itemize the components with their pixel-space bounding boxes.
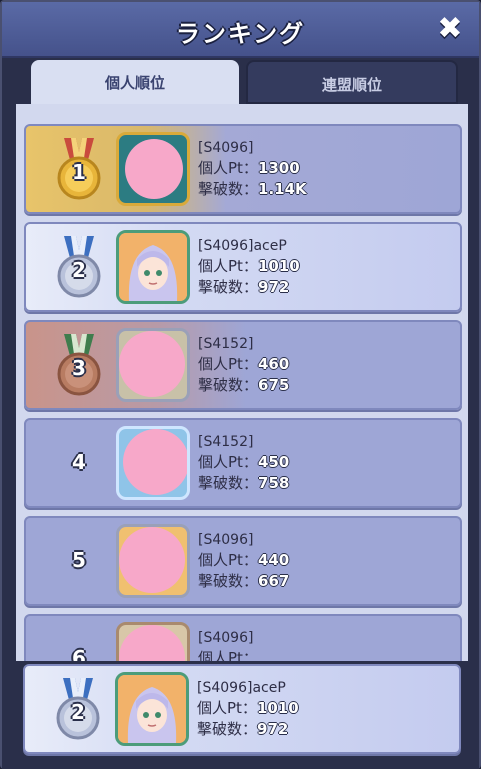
points-value: 1300 xyxy=(257,159,300,177)
ranking-row[interactable]: 4 [S4152] 個人Pt：450 撃破数：758 xyxy=(24,418,462,508)
player-info: [S4152] 個人Pt：450 撃破数：758 xyxy=(198,432,289,494)
ranking-row[interactable]: 2 [S4096]aceP 個人Pt：1010 撃破数：972 xyxy=(24,222,462,312)
ranking-row[interactable]: 6 [S4096] 個人Pt： xyxy=(24,614,462,661)
player-name: [S4096] xyxy=(198,140,254,156)
points-value: 460 xyxy=(257,355,290,373)
player-info: [S4096]aceP 個人Pt：1010 撃破数：972 xyxy=(198,236,300,298)
points-label: 個人Pt： xyxy=(198,355,258,373)
tab-alliance-ranking[interactable]: 連盟順位 xyxy=(246,60,458,104)
rank-number: 2 xyxy=(71,700,85,724)
avatar[interactable] xyxy=(116,328,190,402)
player-info: [S4096] 個人Pt： xyxy=(198,628,258,661)
kills-value: 1.14K xyxy=(258,180,307,198)
kills-value: 675 xyxy=(258,376,290,394)
kills-label: 撃破数： xyxy=(198,572,259,590)
avatar[interactable] xyxy=(115,672,189,746)
points-value: 440 xyxy=(257,551,290,569)
close-icon[interactable]: ✖ xyxy=(435,14,465,44)
player-info: [S4096]aceP 個人Pt：1010 撃破数：972 xyxy=(197,678,299,740)
avatar[interactable] xyxy=(116,132,190,206)
points-label: 個人Pt： xyxy=(197,699,257,717)
window-title: ランキング xyxy=(175,20,306,48)
avatar[interactable] xyxy=(116,426,190,500)
rank-number: 4 xyxy=(72,450,86,474)
rank-number: 6 xyxy=(72,646,86,661)
points-value: 1010 xyxy=(256,699,299,717)
points-label: 個人Pt： xyxy=(198,649,258,661)
kills-label: 撃破数： xyxy=(197,720,258,738)
ranking-row[interactable]: 3 [S4152] 個人Pt：460 撃破数：675 xyxy=(24,320,462,410)
player-info: [S4096] 個人Pt：1300 撃破数：1.14K xyxy=(198,138,307,200)
ranking-window: ランキング ✖ 個人順位 連盟順位 1 [S4096] 個人Pt：1300 撃破… xyxy=(0,0,481,769)
rank-number: 1 xyxy=(72,160,86,184)
kills-value: 972 xyxy=(257,720,289,738)
player-info: [S4152] 個人Pt：460 撃破数：675 xyxy=(198,334,289,396)
kills-label: 撃破数： xyxy=(198,474,259,492)
rank-number: 3 xyxy=(72,356,86,380)
avatar[interactable] xyxy=(116,524,190,598)
kills-value: 667 xyxy=(258,572,290,590)
kills-value: 972 xyxy=(258,278,290,296)
avatar[interactable] xyxy=(116,622,190,661)
points-label: 個人Pt： xyxy=(198,453,258,471)
player-name: [S4096]aceP xyxy=(198,238,287,254)
points-label: 個人Pt： xyxy=(198,257,258,275)
kills-label: 撃破数： xyxy=(198,278,259,296)
points-label: 個人Pt： xyxy=(198,159,258,177)
player-name: [S4096]aceP xyxy=(197,680,286,696)
player-name: [S4096] xyxy=(198,532,254,548)
avatar[interactable] xyxy=(116,230,190,304)
player-name: [S4152] xyxy=(198,434,254,450)
kills-label: 撃破数： xyxy=(198,180,259,198)
points-value: 1010 xyxy=(257,257,300,275)
player-info: [S4096] 個人Pt：440 撃破数：667 xyxy=(198,530,289,592)
ranking-row[interactable]: 5 [S4096] 個人Pt：440 撃破数：667 xyxy=(24,516,462,606)
points-label: 個人Pt： xyxy=(198,551,258,569)
ranking-list[interactable]: 1 [S4096] 個人Pt：1300 撃破数：1.14K 2 [S4096]a… xyxy=(16,104,468,661)
kills-value: 758 xyxy=(258,474,290,492)
self-ranking-row[interactable]: 2 [S4096]aceP 個人Pt：1010 撃破数：972 xyxy=(23,664,461,754)
rank-number: 5 xyxy=(72,548,86,572)
ranking-row[interactable]: 1 [S4096] 個人Pt：1300 撃破数：1.14K xyxy=(24,124,462,214)
points-value: 450 xyxy=(257,453,290,471)
tab-personal-ranking[interactable]: 個人順位 xyxy=(31,60,239,104)
player-name: [S4152] xyxy=(198,336,254,352)
rank-number: 2 xyxy=(72,258,86,282)
player-name: [S4096] xyxy=(198,630,254,646)
kills-label: 撃破数： xyxy=(198,376,259,394)
title-bar: ランキング ✖ xyxy=(2,2,479,58)
